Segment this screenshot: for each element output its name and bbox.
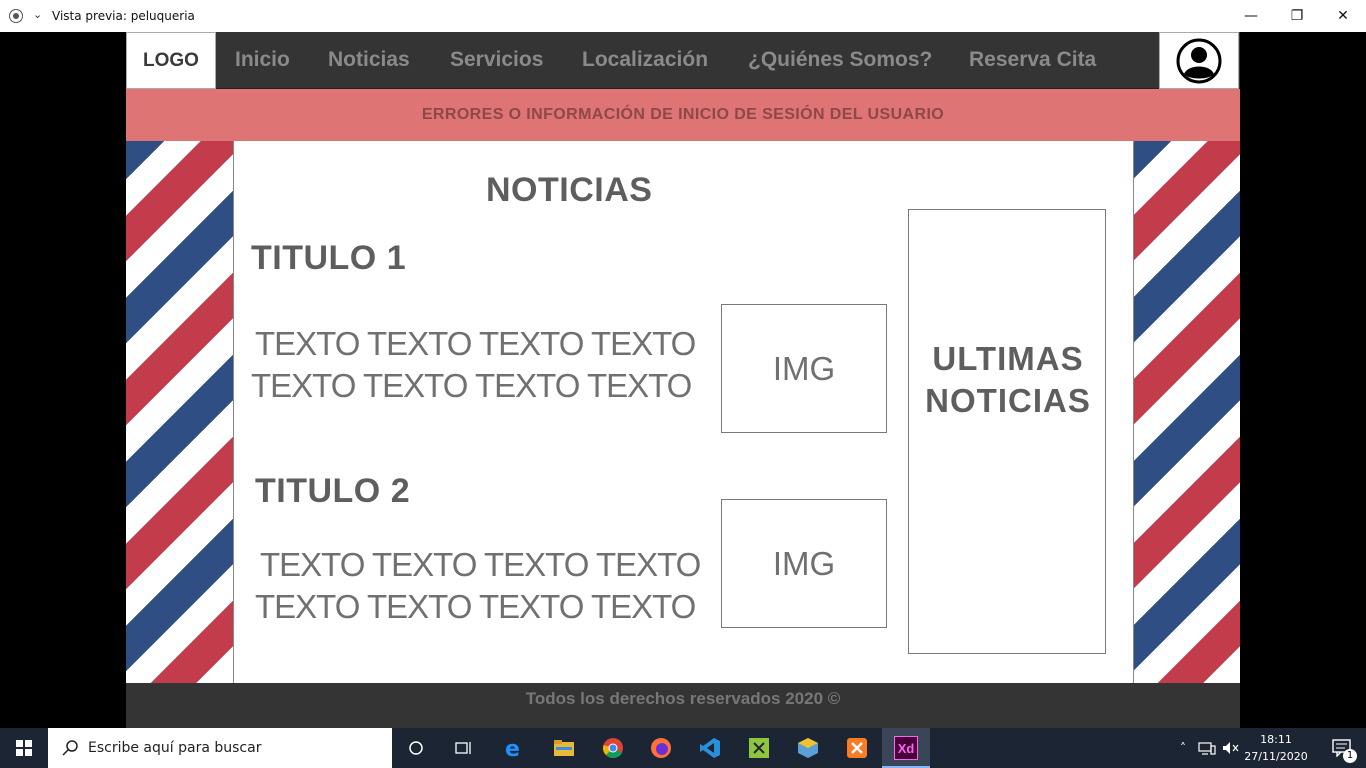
system-tray: ˄ [1174,728,1240,768]
windows-icon [16,740,32,756]
footer: Todos los derechos reservados 2020 © [126,683,1240,728]
sidebar-title-line: ULTIMAS [932,340,1084,377]
window-titlebar: ⌄ Vista previa: peluqueria — ❐ ✕ [0,0,1366,32]
svg-text:e: e [505,737,520,759]
restore-button[interactable]: ❐ [1274,0,1320,32]
barber-stripes-left [126,141,233,683]
search-placeholder: Escribe aquí para buscar [88,740,262,756]
taskbar: Escribe aquí para buscar e Xd ˄ 18:11 27… [0,728,1366,768]
user-avatar-icon [1176,38,1222,83]
post-text-line: TEXTO TEXTO TEXTO TEXTO [251,367,692,404]
nav-item-quienes-somos[interactable]: ¿Quiénes Somos? [748,48,932,72]
close-button[interactable]: ✕ [1320,0,1366,32]
start-button[interactable] [0,728,48,768]
nav-bar: LOGO Inicio Noticias Servicios Localizac… [126,32,1240,89]
app-canvas: LOGO Inicio Noticias Servicios Localizac… [126,32,1240,728]
file-explorer-icon[interactable] [540,728,588,768]
record-icon[interactable] [9,9,23,23]
user-account-button[interactable] [1159,32,1239,89]
post-image-placeholder: IMG [721,499,887,628]
clock-date: 27/11/2020 [1244,750,1308,763]
clock-time: 18:11 [1260,733,1292,746]
chevron-down-icon[interactable]: ⌄ [33,8,42,21]
nav-item-inicio[interactable]: Inicio [235,48,290,72]
nav-item-servicios[interactable]: Servicios [450,48,543,72]
minimize-button[interactable]: — [1228,0,1274,32]
cortana-icon[interactable] [392,728,440,768]
logo[interactable]: LOGO [126,32,216,89]
search-icon [62,740,78,756]
virtualbox-icon[interactable] [784,728,832,768]
task-view-icon[interactable] [440,728,488,768]
chevron-up-icon[interactable]: ˄ [1174,741,1192,755]
xampp-icon[interactable] [833,728,881,768]
news-content: NOTICIAS TITULO 1 TEXTO TEXTO TEXTO TEXT… [233,141,1134,683]
latest-news-sidebar: ULTIMAS NOTICIAS [908,209,1106,654]
sidebar-title: ULTIMAS NOTICIAS [909,338,1107,422]
snip-tool-icon[interactable] [735,728,783,768]
action-center-button[interactable]: 1 [1318,728,1366,768]
login-info-banner: ERRORES O INFORMACIÓN DE INICIO DE SESIÓ… [126,89,1240,141]
vscode-icon[interactable] [686,728,734,768]
sidebar-title-line: NOTICIAS [925,382,1091,419]
network-icon[interactable] [1198,741,1216,755]
clock[interactable]: 18:11 27/11/2020 [1238,731,1314,765]
nav-item-noticias[interactable]: Noticias [328,48,410,72]
page-title: NOTICIAS [486,171,653,209]
edge-icon[interactable]: e [490,728,538,768]
post-title[interactable]: TITULO 1 [251,239,406,278]
post-title[interactable]: TITULO 2 [255,472,410,511]
chrome-icon[interactable] [589,728,637,768]
nav-item-reserva-cita[interactable]: Reserva Cita [969,48,1096,72]
window-title: Vista previa: peluqueria [52,9,195,23]
post-text-line: TEXTO TEXTO TEXTO TEXTO [255,325,696,362]
post-text-line: TEXTO TEXTO TEXTO TEXTO [260,546,701,583]
taskbar-search[interactable]: Escribe aquí para buscar [48,728,392,768]
adobe-xd-taskbar-item[interactable]: Xd [882,728,930,768]
notification-count-badge: 1 [1343,749,1357,763]
post-image-placeholder: IMG [721,304,887,433]
firefox-icon[interactable] [637,728,685,768]
adobe-xd-icon: Xd [894,736,918,760]
nav-item-localizacion[interactable]: Localización [582,48,708,72]
barber-stripes-right [1134,141,1240,683]
post-text-line: TEXTO TEXTO TEXTO TEXTO [255,588,696,625]
